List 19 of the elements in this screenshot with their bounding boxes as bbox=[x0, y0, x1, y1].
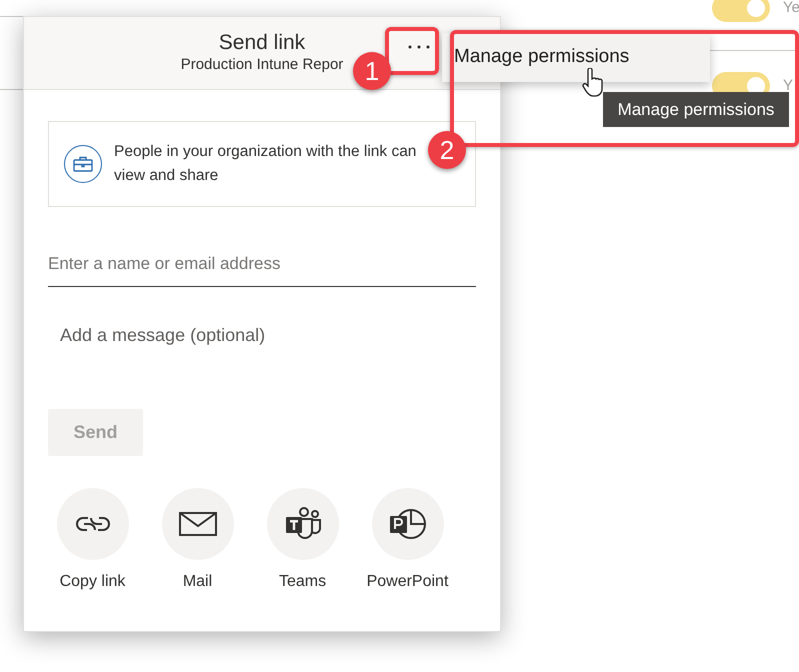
hand-cursor-icon bbox=[582, 68, 604, 98]
toggle-label: Y bbox=[783, 77, 794, 95]
more-icon bbox=[408, 45, 430, 49]
briefcase-icon bbox=[64, 145, 102, 183]
menu-item[interactable]: Manage permissions bbox=[442, 33, 710, 82]
toggle-switch[interactable] bbox=[712, 0, 770, 22]
tooltip: Manage permissions bbox=[603, 92, 789, 127]
file-name: Production Intune Repor bbox=[180, 55, 344, 75]
teams-icon bbox=[284, 507, 322, 541]
toggle-label: Ye bbox=[783, 0, 799, 17]
share-option-label: PowerPoint bbox=[366, 572, 448, 592]
mail-icon bbox=[178, 512, 216, 536]
powerpoint-icon bbox=[388, 508, 426, 540]
recipient-input-field[interactable]: Enter a name or email address bbox=[48, 241, 476, 287]
dialog-title: Send link bbox=[218, 31, 306, 55]
link-permission-text: People in your organization with the link can view and share bbox=[114, 142, 418, 186]
share-option-label: Copy link bbox=[60, 572, 126, 592]
share-option-label: Mail bbox=[182, 572, 212, 592]
share-option-label: Teams bbox=[278, 572, 326, 592]
